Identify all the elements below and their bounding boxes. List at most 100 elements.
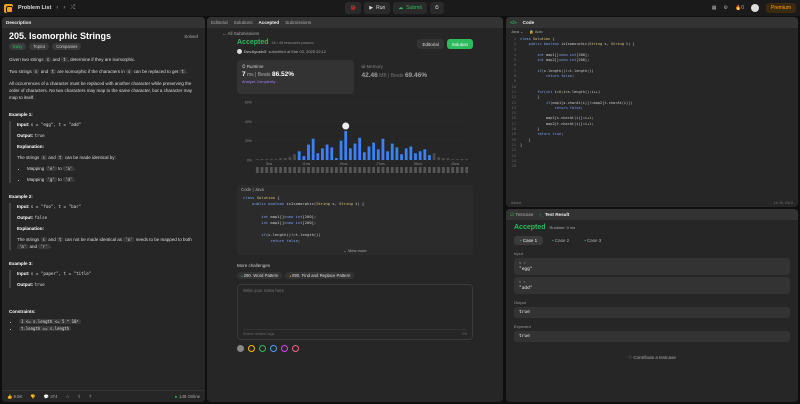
submit-label: Submit: [406, 5, 422, 11]
prev-problem-icon[interactable]: ‹: [56, 5, 58, 11]
difficulty-tag[interactable]: Easy: [9, 43, 27, 50]
challenge-find-replace-pattern[interactable]: 890. Find and Replace Pattern: [285, 272, 355, 279]
chart-overview-bar: [367, 167, 371, 173]
auto-toggle[interactable]: 🔒 Auto: [529, 29, 542, 34]
companies-tag[interactable]: Companies: [52, 43, 82, 50]
runtime-card[interactable]: ⏱ Runtime 7 ms | Beats 86.52% Analyze Co…: [237, 60, 354, 94]
chart-bar: [269, 159, 273, 160]
user-avatar[interactable]: [237, 49, 242, 54]
tab-submissions[interactable]: Submissions: [285, 20, 311, 25]
chart-overview-bar: [442, 167, 445, 173]
color-green[interactable]: [259, 345, 266, 352]
chart-bar: [432, 153, 436, 160]
statement-1: Given two strings s and t, determine if …: [9, 57, 136, 62]
solution-button[interactable]: Solution: [446, 39, 473, 49]
run-button[interactable]: ▶ Run: [364, 2, 391, 14]
runtime-distribution-chart: 60% 40% 20% 0% 3ms 11ms 19ms 27ms 35ms 43ms: [237, 98, 473, 180]
memory-card[interactable]: ⛁ Memory 42.46 MB | Beats 69.46%: [357, 60, 474, 94]
chart-overview-bar: [390, 167, 394, 173]
chart-y-tick: 40%: [245, 120, 253, 124]
star-icon[interactable]: ☆: [65, 394, 69, 400]
next-problem-icon[interactable]: ›: [63, 5, 65, 11]
submission-panel: Editorial Solutions Accepted Submissions…: [207, 17, 503, 402]
view-more-button[interactable]: ⌄ View more: [237, 248, 473, 253]
contribute-testcase-button[interactable]: ♡ Contribute a testcase: [514, 355, 790, 361]
problem-list-link[interactable]: Problem List: [18, 5, 51, 11]
chart-overview-bar: [269, 167, 273, 173]
input-s: s = "egg": [514, 258, 790, 275]
chart-overview-bar: [265, 167, 269, 173]
notes-field[interactable]: Write your notes here Select related tag…: [237, 284, 473, 340]
tab-solutions[interactable]: Solutions: [234, 20, 253, 25]
chart-overview-bar: [381, 167, 385, 173]
chart-bar: [339, 140, 343, 160]
notes-count: 0/5: [461, 332, 467, 336]
chart-overview-bar: [376, 167, 380, 173]
tab-testcase[interactable]: ☑ Testcase: [510, 212, 533, 218]
code-editor-panel: </> Code Java ⌄ 🔒 Auto 1 2 3 4 5 6 7 8 9 1…: [506, 17, 798, 207]
chart-bar: [297, 151, 301, 160]
debug-button[interactable]: 🐞: [345, 2, 362, 14]
accepted-status: Accepted: [237, 39, 269, 46]
color-purple[interactable]: [281, 345, 288, 352]
chart-overview-bar: [446, 167, 450, 173]
chart-bar: [400, 154, 403, 160]
color-gray[interactable]: [237, 345, 244, 352]
chart-x-tick: 3ms: [266, 162, 273, 166]
submit-button[interactable]: ☁ Submit: [393, 2, 427, 14]
example-3-title: Example 3:: [9, 261, 33, 266]
chart-bar: [423, 149, 427, 160]
timer-button[interactable]: ⏱: [429, 2, 444, 14]
chart-overview-bar: [465, 167, 469, 173]
chart-overview-bar: [321, 167, 324, 173]
dislike-icon[interactable]: 👎: [30, 394, 35, 400]
layout-icon[interactable]: ▦: [712, 5, 717, 11]
avatar[interactable]: [750, 4, 759, 12]
chart-bar: [288, 157, 292, 160]
chart-bar: [344, 131, 348, 160]
chart-bar: [404, 148, 408, 160]
chart-overview-bar: [409, 167, 413, 173]
shuffle-icon[interactable]: ⤮: [70, 5, 75, 12]
streak-icon[interactable]: 🔥0: [735, 5, 744, 11]
tab-test-result[interactable]: ›_ Test Result: [539, 212, 569, 217]
chart-overview-bar: [274, 167, 278, 173]
settings-icon[interactable]: ⚙: [723, 5, 727, 11]
comments-button[interactable]: 💬 374: [44, 394, 58, 400]
chart-bar: [381, 138, 385, 160]
editorial-button[interactable]: Editorial: [417, 39, 444, 49]
help-icon[interactable]: ?: [89, 394, 91, 399]
all-submissions-link[interactable]: ← All Submissions: [222, 31, 473, 36]
tab-accepted[interactable]: Accepted: [259, 20, 280, 25]
testcases-passed: 45 / 45 testcases passed: [271, 41, 314, 45]
code-header: Code | Java: [241, 187, 264, 192]
case-2-tab[interactable]: Case 2: [546, 236, 575, 245]
chart-bar: [460, 159, 464, 160]
chart-bar: [274, 159, 278, 160]
topics-tag[interactable]: Topics: [29, 43, 50, 50]
chart-overview-bar: [372, 167, 376, 173]
constraints-title: Constraints:: [9, 309, 36, 314]
color-orange[interactable]: [248, 345, 255, 352]
chart-bar: [348, 148, 352, 160]
language-select[interactable]: Java ⌄: [511, 29, 523, 34]
tab-description[interactable]: Description: [6, 20, 31, 25]
tab-code[interactable]: Code: [523, 20, 534, 25]
case-1-tab[interactable]: Case 1: [514, 236, 544, 245]
color-pink[interactable]: [292, 345, 299, 352]
chart-overview-bar: [255, 167, 259, 173]
chart-bar: [279, 158, 282, 160]
tags-select[interactable]: Select related tags: [243, 332, 274, 336]
code-editor[interactable]: 1 2 3 4 5 6 7 8 9 10 11 12 13 14 15 16 1…: [506, 35, 798, 171]
challenge-word-pattern[interactable]: 290. Word Pattern: [237, 272, 283, 279]
premium-button[interactable]: Premium: [765, 3, 796, 13]
username[interactable]: DevAyushG: [244, 49, 267, 54]
analyze-complexity-link[interactable]: Analyze Complexity: [242, 80, 349, 84]
share-icon[interactable]: ⇪: [77, 394, 81, 400]
leetcode-logo-icon[interactable]: [4, 3, 13, 13]
case-3-tab[interactable]: Case 3: [578, 236, 607, 245]
color-blue[interactable]: [270, 345, 277, 352]
like-button[interactable]: 👍 9.5K: [7, 394, 22, 400]
note-colors: [237, 345, 473, 352]
tab-editorial[interactable]: Editorial: [211, 20, 228, 25]
